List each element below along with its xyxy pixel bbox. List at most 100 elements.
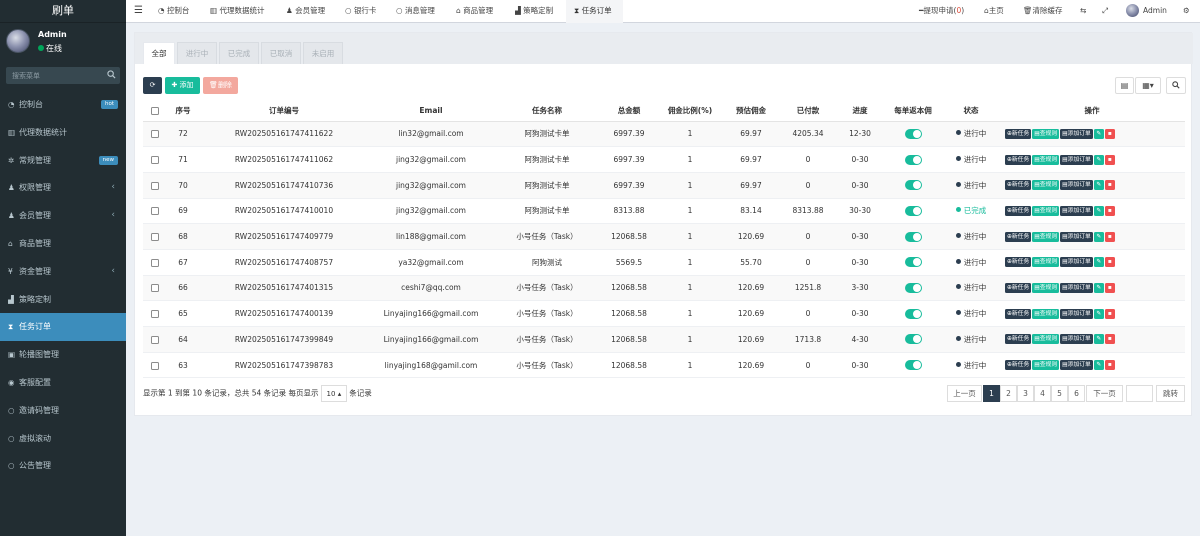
delete-row-button[interactable]: ▪ (1104, 282, 1115, 293)
delete-row-button[interactable]: ▪ (1104, 231, 1115, 242)
col-header-order-no[interactable]: 订单编号 (199, 101, 369, 122)
filter-tab-in-progress[interactable]: 进行中 (177, 42, 217, 64)
row-checkbox[interactable] (143, 223, 167, 250)
tab-agent-stats[interactable]: ▥ 代理数据统计 (210, 0, 264, 23)
col-header-return[interactable]: 每单返本佣 (883, 101, 943, 122)
home-link[interactable]: ⌂主页 (984, 0, 1004, 23)
sidebar-item[interactable]: ◉ 客服配置 (0, 369, 126, 397)
page-button[interactable]: 1 (983, 385, 1000, 402)
add-order-button[interactable]: ▤添加订单 (1060, 205, 1093, 216)
filter-tab-cancelled[interactable]: 已取消 (261, 42, 301, 64)
delete-row-button[interactable]: ▪ (1104, 257, 1115, 268)
new-task-button[interactable]: ⊕新任务 (1005, 180, 1032, 191)
return-toggle[interactable] (883, 121, 943, 148)
delete-row-button[interactable]: ▪ (1104, 205, 1115, 216)
return-toggle[interactable] (883, 146, 943, 173)
new-task-button[interactable]: ⊕新任务 (1005, 154, 1032, 165)
page-button[interactable]: 3 (1017, 385, 1034, 402)
return-toggle[interactable] (883, 223, 943, 250)
add-order-button[interactable]: ▤添加订单 (1060, 334, 1093, 345)
col-header-id[interactable]: 序号 (167, 101, 199, 122)
return-toggle[interactable] (883, 198, 943, 225)
sidebar-item[interactable]: ¥ 资金管理 ‹ (0, 258, 126, 286)
sidebar-item[interactable]: ▥ 代理数据统计 (0, 119, 126, 147)
col-header-email[interactable]: Email (369, 101, 493, 122)
prev-page-button[interactable]: 上一页 (947, 385, 982, 402)
page-button[interactable]: 5 (1051, 385, 1068, 402)
row-checkbox[interactable] (143, 275, 167, 302)
return-toggle[interactable] (883, 249, 943, 276)
search-toggle-button[interactable] (1166, 77, 1186, 94)
filter-tab-completed[interactable]: 已完成 (219, 42, 259, 64)
edit-button[interactable]: ✎ (1093, 128, 1104, 139)
jump-page-input[interactable] (1126, 385, 1153, 402)
delete-row-button[interactable]: ▪ (1104, 128, 1115, 139)
page-button[interactable]: 6 (1068, 385, 1085, 402)
page-size-select[interactable]: 10 ▴ (320, 385, 348, 402)
view-rules-button[interactable]: ▤查规则 (1032, 308, 1060, 319)
edit-button[interactable]: ✎ (1093, 205, 1104, 216)
search-input[interactable]: 搜索菜单 (6, 67, 120, 84)
row-checkbox[interactable] (143, 146, 167, 173)
page-button[interactable]: 4 (1034, 385, 1051, 402)
tab-task-orders[interactable]: ⧗ 任务订单 (566, 0, 623, 23)
menu-toggle-icon[interactable]: ☰ (134, 0, 143, 23)
edit-button[interactable]: ✎ (1093, 360, 1104, 371)
edit-button[interactable]: ✎ (1093, 282, 1104, 293)
view-rules-button[interactable]: ▤查规则 (1032, 205, 1060, 216)
tab-products[interactable]: ⌂ 商品管理 (456, 0, 493, 23)
new-task-button[interactable]: ⊕新任务 (1005, 334, 1032, 345)
new-task-button[interactable]: ⊕新任务 (1005, 231, 1032, 242)
row-checkbox[interactable] (143, 352, 167, 379)
col-header-status[interactable]: 状态 (943, 101, 999, 122)
edit-button[interactable]: ✎ (1093, 231, 1104, 242)
return-toggle[interactable] (883, 300, 943, 327)
add-order-button[interactable]: ▤添加订单 (1060, 360, 1093, 371)
sidebar-item[interactable]: ◔ 控制台 hot (0, 91, 126, 119)
col-header-rate[interactable]: 佣金比例(%) (657, 101, 723, 122)
sidebar-item[interactable]: ○ 虚拟滚动 (0, 425, 126, 453)
clear-cache-link[interactable]: 🗑清除缓存 (1023, 0, 1063, 23)
page-button[interactable]: 2 (1000, 385, 1017, 402)
next-page-button[interactable]: 下一页 (1086, 385, 1123, 402)
view-rules-button[interactable]: ▤查规则 (1032, 154, 1060, 165)
delete-row-button[interactable]: ▪ (1104, 180, 1115, 191)
gear-icon[interactable]: ⚙ (1183, 0, 1190, 23)
view-rules-button[interactable]: ▤查规则 (1032, 257, 1060, 268)
edit-button[interactable]: ✎ (1093, 154, 1104, 165)
add-order-button[interactable]: ▤添加订单 (1060, 180, 1093, 191)
add-order-button[interactable]: ▤添加订单 (1060, 308, 1093, 319)
row-checkbox[interactable] (143, 300, 167, 327)
delete-button[interactable]: 🗑删除 (203, 77, 238, 94)
new-task-button[interactable]: ⊕新任务 (1005, 128, 1032, 139)
add-order-button[interactable]: ▤添加订单 (1060, 128, 1093, 139)
filter-tab-disabled[interactable]: 未启用 (303, 42, 343, 64)
view-rules-button[interactable]: ▤查规则 (1032, 334, 1060, 345)
view-rules-button[interactable]: ▤查规则 (1032, 231, 1060, 242)
add-order-button[interactable]: ▤添加订单 (1060, 154, 1093, 165)
filter-tab-all[interactable]: 全部 (143, 42, 175, 64)
view-rules-button[interactable]: ▤查规则 (1032, 180, 1060, 191)
new-task-button[interactable]: ⊕新任务 (1005, 360, 1032, 371)
row-checkbox[interactable] (143, 198, 167, 225)
col-header-total[interactable]: 总金额 (601, 101, 657, 122)
tab-members[interactable]: ♟ 会员管理 (286, 0, 325, 23)
sidebar-item[interactable]: ♟ 权限管理 ‹ (0, 174, 126, 202)
new-task-button[interactable]: ⊕新任务 (1005, 257, 1032, 268)
row-checkbox[interactable] (143, 249, 167, 276)
sidebar-item[interactable]: ○ 邀请码管理 (0, 397, 126, 425)
sidebar-item[interactable]: ⧗ 任务订单 (0, 313, 126, 342)
tab-bank-card[interactable]: ○ 银行卡 (345, 0, 376, 23)
sidebar-item[interactable]: ♟ 会员管理 ‹ (0, 202, 126, 230)
sidebar-item[interactable]: ▟ 策略定制 (0, 286, 126, 314)
sidebar-item[interactable]: ⌂ 商品管理 (0, 230, 126, 258)
new-task-button[interactable]: ⊕新任务 (1005, 308, 1032, 319)
admin-menu[interactable]: Admin (1126, 0, 1167, 23)
refresh-button[interactable]: ⟳ (143, 77, 162, 94)
columns-dropdown-button[interactable]: ▦▾ (1135, 77, 1161, 94)
col-header-progress[interactable]: 进度 (837, 101, 883, 122)
row-checkbox[interactable] (143, 326, 167, 353)
add-order-button[interactable]: ▤添加订单 (1060, 257, 1093, 268)
add-button[interactable]: ✚ 添加 (165, 77, 200, 94)
app-logo[interactable]: 刷单 (0, 0, 126, 23)
